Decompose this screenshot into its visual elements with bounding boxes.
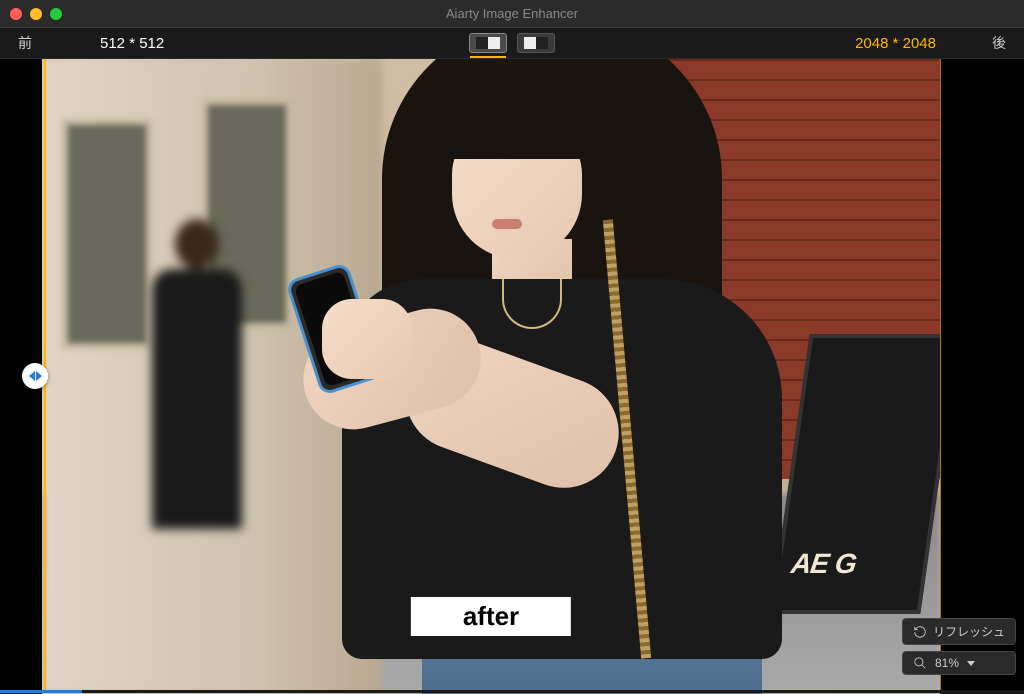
refresh-button[interactable]: リフレッシュ xyxy=(902,618,1016,645)
zoom-control[interactable]: 81% xyxy=(902,651,1016,675)
chevron-down-icon xyxy=(967,661,975,666)
refresh-icon xyxy=(913,625,927,639)
maximize-window-button[interactable] xyxy=(50,8,62,20)
split-view-left-button[interactable] xyxy=(469,33,507,53)
comparison-slider-handle[interactable] xyxy=(22,363,48,389)
original-resolution-label: 512 * 512 xyxy=(100,35,164,52)
split-left-icon xyxy=(476,37,500,49)
split-view-right-button[interactable] xyxy=(517,33,555,53)
enhanced-resolution-label: 2048 * 2048 xyxy=(855,35,936,52)
window-controls xyxy=(10,8,62,20)
split-right-icon xyxy=(524,37,548,49)
canvas-area: AE G after xyxy=(0,58,1024,693)
minimize-window-button[interactable] xyxy=(30,8,42,20)
titlebar: Aiarty Image Enhancer xyxy=(0,0,1024,28)
refresh-label: リフレッシュ xyxy=(933,623,1005,640)
nav-previous-label[interactable]: 前 xyxy=(18,33,78,53)
image-viewport[interactable]: AE G after xyxy=(42,59,940,694)
view-mode-toggle xyxy=(469,33,555,53)
toolbar: 前 512 * 512 2048 * 2048 後 xyxy=(0,28,1024,58)
app-title: Aiarty Image Enhancer xyxy=(446,6,578,21)
bottom-controls: リフレッシュ 81% xyxy=(902,618,1016,675)
right-boundary-line xyxy=(940,59,941,693)
zoom-level-label: 81% xyxy=(935,656,959,670)
comparison-state-label: after xyxy=(411,597,571,636)
nav-next-label[interactable]: 後 xyxy=(976,33,1006,53)
slider-arrows-icon xyxy=(29,371,42,381)
close-window-button[interactable] xyxy=(10,8,22,20)
magnifier-icon xyxy=(913,656,927,670)
